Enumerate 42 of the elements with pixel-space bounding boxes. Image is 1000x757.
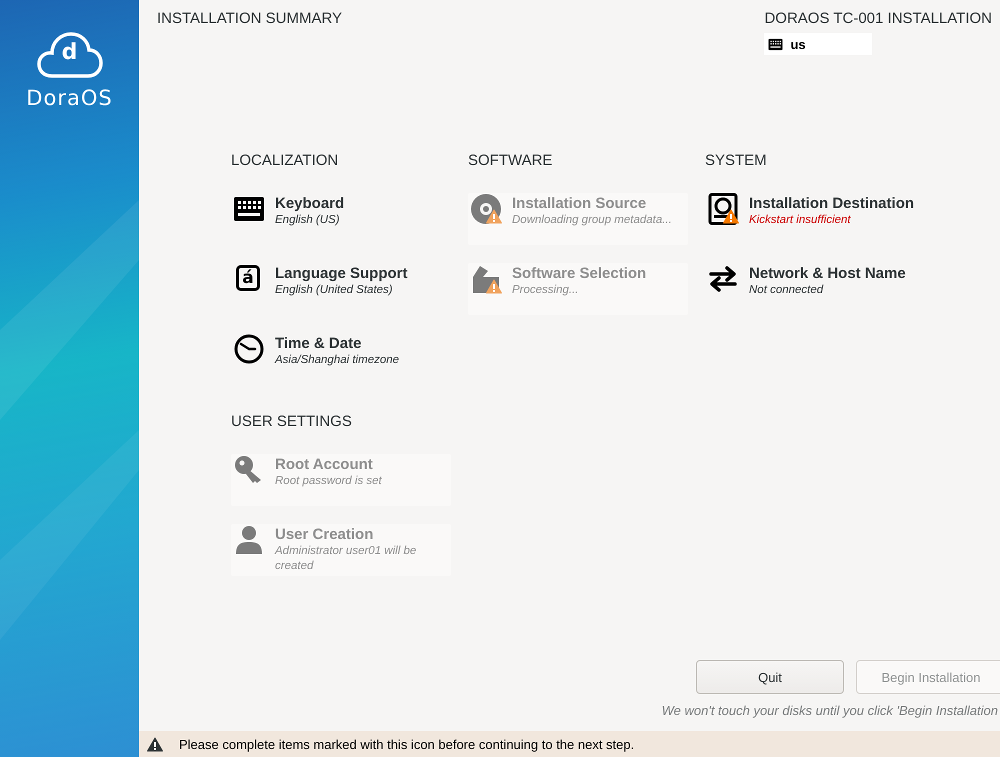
spoke-status: Not connected — [749, 283, 824, 298]
spoke-status: Administrator user01 will be created — [275, 544, 418, 574]
spoke-title: Language Support — [275, 265, 408, 283]
spoke-title: Installation Destination — [749, 195, 914, 213]
language-key-icon: á — [236, 265, 260, 291]
spoke-status: Downloading group metadata... — [512, 213, 672, 228]
category-heading: SOFTWARE — [468, 152, 554, 170]
keyboard-layout-indicator[interactable]: us — [764, 33, 872, 55]
spoke-button[interactable]: Time & Date Asia/Shanghai timezone — [231, 333, 451, 385]
quit-button[interactable]: Quit — [696, 660, 844, 694]
spoke-button[interactable]: Network & Host Name Not connected — [705, 263, 925, 315]
spoke-status: Kickstart insufficient — [749, 213, 852, 228]
user-icon — [233, 524, 265, 556]
product-title: DORAOS TC-001 INSTALLATION — [764, 10, 992, 27]
spoke-status: Root password is set — [275, 474, 382, 489]
arrows-icon — [707, 263, 739, 295]
category-heading: SYSTEM — [705, 152, 768, 170]
keyboard-icon — [768, 38, 784, 50]
category-heading: LOCALIZATION — [231, 152, 340, 170]
spoke-title: Keyboard — [275, 195, 344, 213]
layout-code: us — [790, 36, 806, 52]
spoke-title: Time & Date — [275, 335, 362, 353]
spoke-title: User Creation — [275, 526, 374, 544]
category-heading: USER SETTINGS — [231, 413, 353, 431]
spoke-title: Root Account — [275, 456, 374, 474]
spoke-title: Network & Host Name — [749, 265, 906, 283]
disk-notice: We won't touch your disks until you click 'Begin Installation — [660, 703, 998, 720]
logo-text: DoraOS — [26, 86, 113, 110]
warning-icon — [147, 736, 163, 752]
spoke-button[interactable]: Installation Destination Kickstart insufficient — [705, 193, 925, 245]
spoke-status: Asia/Shanghai timezone — [275, 353, 400, 368]
logo-letter: d — [60, 42, 78, 64]
spoke-button[interactable]: á Language Support English (United States) — [231, 263, 451, 315]
clock-icon — [233, 333, 265, 365]
spoke-title: Installation Source — [512, 195, 648, 213]
page-title: INSTALLATION SUMMARY — [157, 10, 342, 29]
spoke-status: Processing... — [512, 283, 580, 298]
spoke-status: English (US) — [275, 213, 341, 228]
spoke-title: Software Selection — [512, 265, 646, 283]
warning-message: Please complete items marked with this icon before continuing to the next step. — [179, 736, 634, 752]
spoke-status: English (United States) — [275, 283, 394, 298]
spoke-button[interactable]: Keyboard English (US) — [231, 193, 451, 245]
